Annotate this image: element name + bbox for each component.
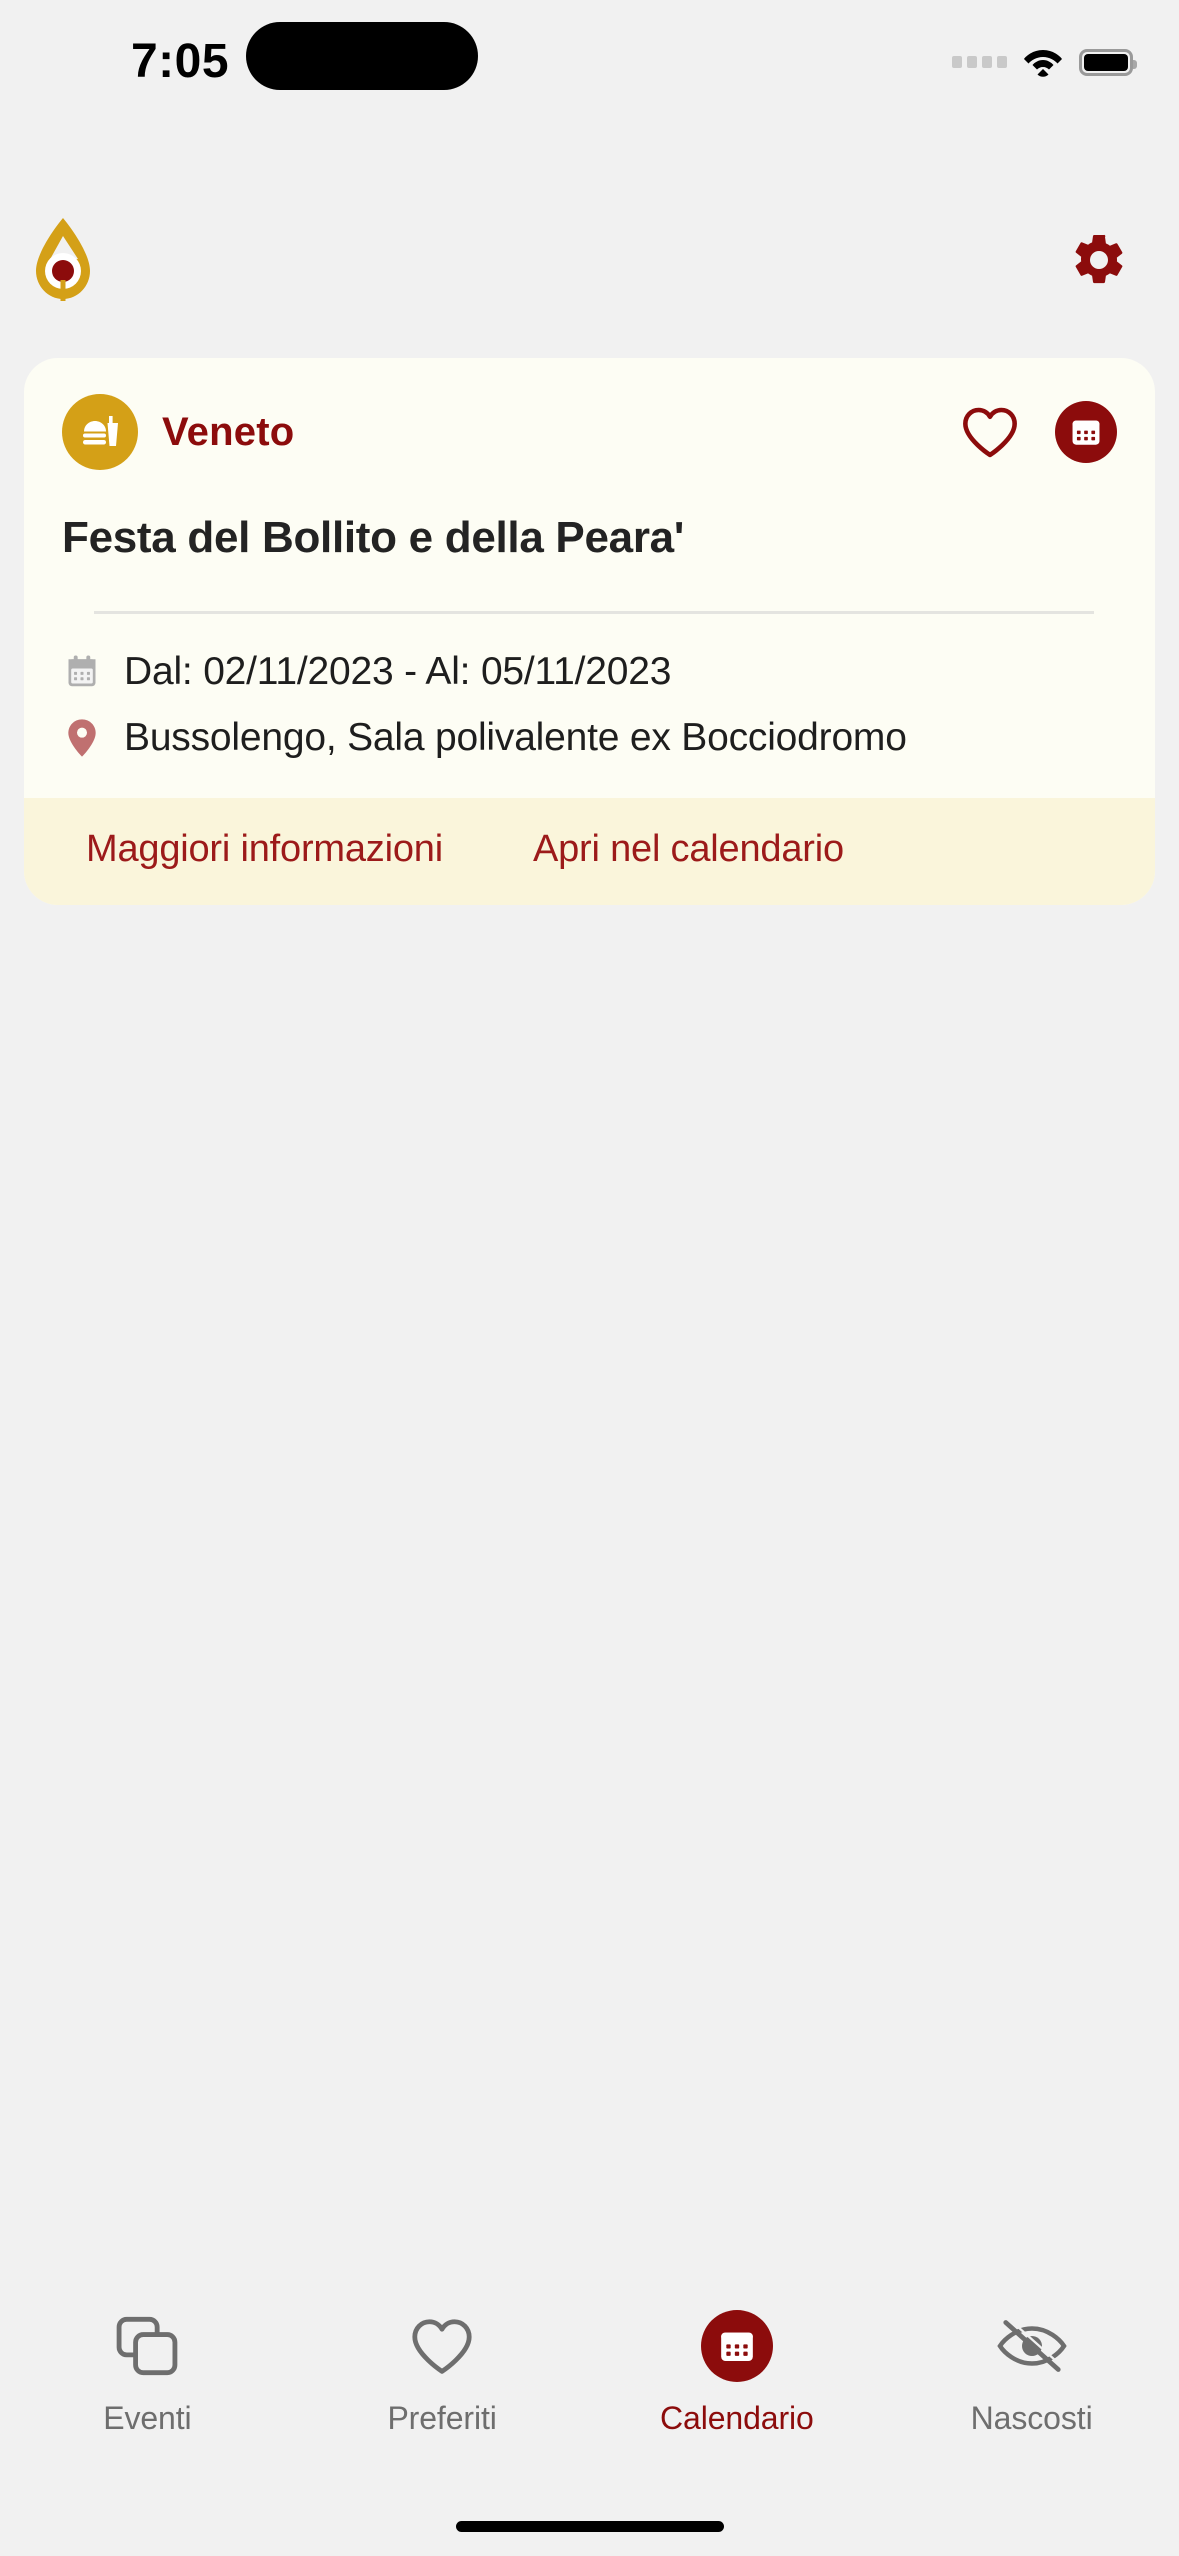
home-indicator[interactable] [455, 2521, 724, 2532]
calendar-icon [62, 650, 102, 694]
wifi-icon [1023, 47, 1063, 77]
app-logo-droplet-icon [28, 214, 98, 306]
tab-calendario[interactable]: Calendario [622, 2310, 852, 2437]
tab-preferiti[interactable]: Preferiti [327, 2310, 557, 2437]
open-in-calendar-button[interactable]: Apri nel calendario [533, 828, 844, 871]
tab-calendario-icon-wrap [700, 2310, 773, 2382]
heart-outline-icon [963, 407, 1017, 458]
event-card[interactable]: Veneto Festa del Bollito e della Peara' … [24, 358, 1155, 905]
heart-outline-icon [410, 2310, 474, 2382]
favorite-button[interactable] [959, 401, 1021, 463]
more-info-button[interactable]: Maggiori informazioni [86, 828, 443, 871]
app-screen: 7:05 Veneto Festa del Bollito e della Pe… [0, 0, 1179, 2556]
calendar-icon [1072, 420, 1100, 445]
tab-nascosti-label: Nascosti [970, 2400, 1093, 2436]
event-card-footer: Maggiori informazioni Apri nel calendari… [24, 797, 1155, 905]
tab-nascosti[interactable]: Nascosti [917, 2310, 1147, 2437]
gear-icon [1075, 234, 1123, 284]
eye-slash-icon [996, 2310, 1067, 2382]
event-location-text: Bussolengo, Sala polivalente ex Bocciodr… [124, 715, 907, 759]
bottom-tab-bar: Eventi Preferiti Calendario Nascosti [0, 2300, 1179, 2470]
event-category: Veneto [62, 394, 294, 470]
event-date-text: Dal: 02/11/2023 - Al: 05/11/2023 [124, 649, 672, 693]
event-location-row: Bussolengo, Sala polivalente ex Bocciodr… [62, 716, 1117, 760]
map-pin-icon [62, 716, 102, 760]
tab-preferiti-label: Preferiti [387, 2400, 497, 2436]
event-card-actions [959, 401, 1117, 463]
event-details: Dal: 02/11/2023 - Al: 05/11/2023 Bussole… [62, 614, 1117, 798]
status-bar-indicators [952, 38, 1137, 86]
dynamic-island [246, 22, 478, 90]
status-bar-time: 7:05 [130, 35, 230, 88]
settings-button[interactable] [1063, 224, 1135, 296]
calendar-icon [721, 2332, 753, 2361]
app-header [0, 190, 1179, 330]
event-card-header: Veneto [62, 394, 1117, 470]
active-tab-indicator [700, 2310, 773, 2382]
food-burger-drink-icon [62, 394, 138, 470]
status-bar: 7:05 [0, 0, 1179, 160]
tab-calendario-label: Calendario [659, 2400, 814, 2436]
event-date-row: Dal: 02/11/2023 - Al: 05/11/2023 [62, 650, 1117, 694]
tab-eventi[interactable]: Eventi [32, 2310, 262, 2437]
event-card-body: Veneto Festa del Bollito e della Peara' … [24, 358, 1155, 798]
signal-dots-icon [952, 56, 1007, 68]
battery-full-icon [1079, 48, 1137, 76]
stacked-cards-icon [114, 2310, 180, 2382]
open-calendar-button[interactable] [1055, 401, 1117, 463]
event-category-label: Veneto [162, 409, 295, 454]
tab-eventi-label: Eventi [103, 2400, 192, 2436]
event-title: Festa del Bollito e della Peara' [62, 513, 684, 562]
